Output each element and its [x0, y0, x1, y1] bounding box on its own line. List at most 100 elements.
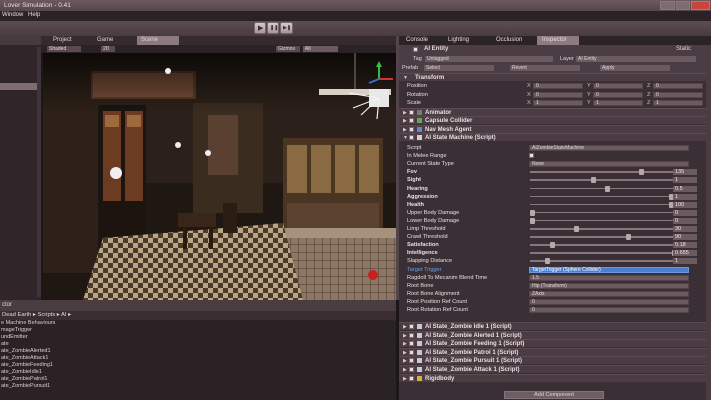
- state-type-dropdown[interactable]: None: [529, 161, 689, 168]
- blend-field[interactable]: 1.5: [529, 274, 689, 281]
- component-enabled-checkbox[interactable]: [409, 375, 414, 381]
- component-enabled-checkbox[interactable]: [409, 135, 414, 141]
- component-header[interactable]: ▶ AI State_Zombie Idle 1 (Script): [399, 322, 711, 330]
- slider-value[interactable]: 1: [673, 258, 697, 265]
- component-enabled-checkbox[interactable]: [409, 349, 414, 355]
- component-enabled-checkbox[interactable]: [409, 367, 414, 372]
- component-header[interactable]: ▶ Rigidbody: [399, 373, 711, 382]
- tab-lighting[interactable]: Lighting: [443, 36, 474, 45]
- target-trigger-field[interactable]: TargetTrigger (Sphere Collider): [529, 266, 689, 273]
- close-button[interactable]: [691, 1, 710, 10]
- gizmos-dropdown[interactable]: Gizmos: [276, 46, 300, 52]
- prefab-apply-button[interactable]: Apply: [600, 65, 670, 71]
- component-enabled-checkbox[interactable]: [409, 358, 414, 364]
- inspector-scrollbar[interactable]: [706, 45, 711, 400]
- static-label[interactable]: Static: [676, 46, 691, 52]
- slider-value[interactable]: 0: [673, 217, 697, 224]
- component-header[interactable]: ▶ AI State_Zombie Attack 1 (Script): [399, 365, 711, 373]
- list-item[interactable]: e Machine Behaviours: [0, 320, 396, 327]
- component-header[interactable]: ▶ AI State_Zombie Alerted 1 (Script): [399, 330, 711, 339]
- component-header[interactable]: ▶ Animator: [399, 108, 711, 116]
- transform-x-field[interactable]: 0: [533, 83, 583, 89]
- slider-track[interactable]: [530, 179, 680, 181]
- hierarchy-selected-row[interactable]: [0, 83, 37, 90]
- slider-handle[interactable]: [544, 258, 550, 265]
- step-button[interactable]: ▶❚: [280, 22, 293, 34]
- minimize-button[interactable]: [660, 1, 675, 10]
- tab-occlusion[interactable]: Occlusion: [491, 36, 527, 45]
- slider-value[interactable]: 1: [673, 177, 697, 184]
- tab-console[interactable]: Console: [401, 36, 433, 45]
- list-item[interactable]: ate_ZombieIdle1: [0, 369, 396, 376]
- component-enabled-checkbox[interactable]: [409, 324, 414, 329]
- list-item[interactable]: ate: [0, 341, 396, 348]
- component-header[interactable]: ▼ AI State Machine (Script): [399, 133, 711, 142]
- component-header[interactable]: ▶ AI State_Zombie Feeding 1 (Script): [399, 339, 711, 348]
- list-item[interactable]: ate_ZombieFeeding1: [0, 362, 396, 369]
- slider-handle[interactable]: [605, 185, 611, 192]
- transform-y-field[interactable]: 0: [593, 91, 643, 98]
- list-item[interactable]: ate_ZombieAlerted1: [0, 348, 396, 355]
- slider-track[interactable]: [530, 219, 680, 222]
- slider-value[interactable]: 0.655: [673, 250, 697, 257]
- pause-button[interactable]: ❚❚: [267, 22, 279, 34]
- 2d-toggle[interactable]: 2D: [101, 46, 115, 52]
- component-enabled-checkbox[interactable]: [409, 332, 414, 338]
- scene-viewport[interactable]: [43, 53, 397, 300]
- tag-dropdown[interactable]: Untagged: [425, 56, 553, 62]
- tab-inspector[interactable]: Inspector: [537, 36, 579, 45]
- prefab-revert-button[interactable]: Revert: [510, 65, 580, 71]
- list-item[interactable]: ate_ZombiePatrol1: [0, 376, 396, 383]
- menu-window[interactable]: Window: [2, 12, 23, 18]
- slider-track[interactable]: [530, 260, 680, 262]
- ref-pos-field[interactable]: 0: [529, 298, 689, 305]
- scene-search-input[interactable]: All: [303, 46, 338, 52]
- list-item[interactable]: ate_ZombieAttack1: [0, 355, 396, 362]
- transform-x-field[interactable]: 0: [533, 91, 583, 98]
- list-item[interactable]: undEmitter: [0, 334, 396, 341]
- component-header[interactable]: ▶ AI State_Zombie Patrol 1 (Script): [399, 347, 711, 356]
- slider-track[interactable]: [530, 203, 680, 206]
- slider-track[interactable]: [530, 252, 680, 254]
- slider-track[interactable]: [530, 236, 680, 238]
- slider-value[interactable]: 0.5: [673, 185, 697, 192]
- layer-dropdown[interactable]: AI Entity: [576, 56, 696, 62]
- tab-scene[interactable]: Scene: [137, 36, 179, 45]
- component-enabled-checkbox[interactable]: [409, 341, 414, 347]
- tab-game[interactable]: Game: [93, 36, 117, 45]
- slider-handle[interactable]: [530, 217, 535, 224]
- component-header[interactable]: ▶ AI State_Zombie Pursuit 1 (Script): [399, 356, 711, 365]
- active-checkbox[interactable]: [413, 47, 418, 52]
- transform-z-field[interactable]: 0: [653, 83, 703, 89]
- component-enabled-checkbox[interactable]: [409, 126, 414, 132]
- slider-value[interactable]: 90: [673, 234, 697, 241]
- ref-rot-field[interactable]: 0: [529, 307, 689, 313]
- slider-handle[interactable]: [573, 226, 579, 232]
- play-button[interactable]: ▶: [254, 22, 266, 34]
- slider-track[interactable]: [530, 171, 680, 173]
- component-header[interactable]: ▶ Nav Mesh Agent: [399, 124, 711, 133]
- transform-x-field[interactable]: 1: [533, 100, 583, 106]
- slider-handle[interactable]: [625, 234, 631, 241]
- hierarchy-scrollbar[interactable]: [37, 47, 41, 297]
- add-component-button[interactable]: Add Component: [504, 391, 604, 399]
- transform-y-field[interactable]: 1: [593, 100, 643, 106]
- shading-mode-dropdown[interactable]: Shaded: [47, 46, 81, 52]
- slider-value[interactable]: 135: [673, 169, 697, 176]
- slider-value[interactable]: 30: [673, 226, 697, 232]
- slider-value[interactable]: 100: [673, 201, 697, 208]
- transform-y-field[interactable]: 0: [593, 83, 643, 89]
- component-header[interactable]: ▶ Capsule Collider: [399, 116, 711, 125]
- prefab-select-button[interactable]: Select: [424, 65, 494, 71]
- component-enabled-checkbox[interactable]: [409, 110, 414, 115]
- slider-handle[interactable]: [530, 209, 535, 216]
- menu-help[interactable]: Help: [28, 12, 40, 18]
- melee-range-checkbox[interactable]: [529, 153, 534, 159]
- script-field[interactable]: AIZombieStateMachine: [529, 145, 689, 151]
- root-align-field[interactable]: ZAxis: [529, 290, 689, 297]
- slider-value[interactable]: 0.18: [673, 242, 697, 249]
- tab-project[interactable]: Project: [49, 36, 76, 45]
- slider-track[interactable]: [530, 228, 680, 230]
- slider-value[interactable]: 1: [673, 193, 697, 200]
- component-enabled-checkbox[interactable]: [409, 118, 414, 124]
